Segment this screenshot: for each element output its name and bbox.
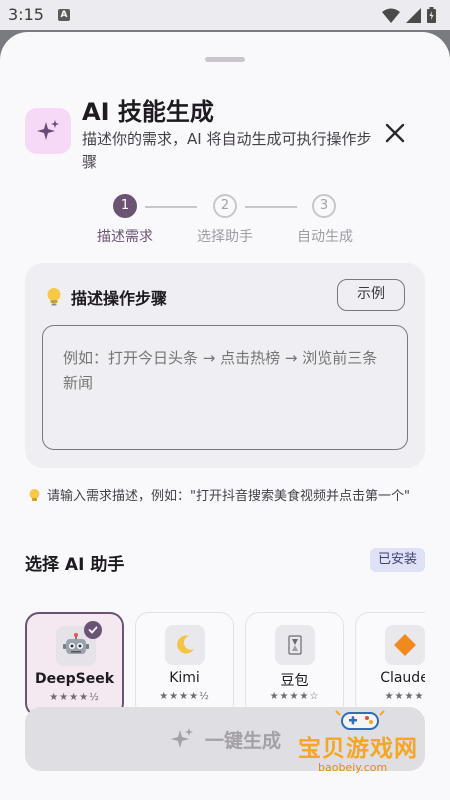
status-icons: [382, 7, 436, 23]
assistant-card-kimi[interactable]: Kimi ★★★★½: [135, 612, 234, 717]
diamond-icon: [385, 625, 425, 665]
status-time: 3:15: [8, 5, 44, 24]
sparkle-icon: [25, 108, 71, 154]
assistant-name: Kimi: [169, 670, 200, 686]
signal-icon: [406, 7, 421, 23]
assistant-name: Claude: [380, 670, 425, 686]
input-hint: 请输入需求描述，例如："打开抖音搜索美食视频并点击第一个": [28, 486, 423, 507]
assistant-card-deepseek[interactable]: DeepSeek ★★★★½: [25, 612, 124, 717]
step-3-indicator: 3: [312, 194, 336, 218]
installed-badge: 已安装: [369, 548, 425, 572]
drag-handle[interactable]: [205, 57, 245, 62]
assistant-name: DeepSeek: [34, 671, 115, 687]
selected-check-icon: [84, 621, 102, 639]
sparkle-icon: [170, 728, 193, 748]
dialog-title: AI 技能生成: [82, 98, 214, 126]
step-connector: [145, 206, 197, 208]
assistant-rating: ★★★★½: [159, 691, 210, 702]
watermark-url: baobeiy.com: [318, 761, 388, 774]
example-button[interactable]: 示例: [337, 279, 405, 311]
generate-button-label: 一键生成: [204, 730, 281, 752]
battery-icon: [427, 7, 436, 23]
assistant-name: 豆包: [280, 673, 309, 689]
card-title-row: 描述操作步骤: [45, 285, 167, 309]
assistant-card-doubao[interactable]: 豆包 ★★★★☆: [245, 612, 344, 717]
card-title: 描述操作步骤: [71, 289, 168, 308]
lightbulb-icon: [29, 489, 40, 501]
assistant-list[interactable]: DeepSeek ★★★★½ Kimi ★★★★½ 豆包 ★★★★☆ Claud…: [25, 612, 425, 722]
assistant-rating: ★★★★: [384, 691, 425, 702]
description-input[interactable]: [42, 325, 408, 450]
description-card: 描述操作步骤 示例: [25, 263, 425, 468]
close-icon: [385, 123, 405, 143]
step-connector: [245, 206, 297, 208]
step-1-label: 描述需求: [97, 229, 153, 245]
close-button[interactable]: [380, 118, 410, 148]
watermark-logo: 宝贝游戏网 baobeiy.com: [298, 707, 423, 779]
notification-icon: A: [58, 9, 70, 21]
stepper: 1 2 3 描述需求 选择助手 自动生成: [0, 194, 450, 254]
step-2-indicator: 2: [213, 194, 237, 218]
ai-section-title: 选择 AI 助手: [25, 555, 125, 575]
step-1-indicator: 1: [113, 194, 137, 218]
step-2-label: 选择助手: [197, 229, 253, 245]
hint-text: 请输入需求描述，例如："打开抖音搜索美食视频并点击第一个": [47, 489, 410, 504]
wifi-icon: [382, 8, 400, 23]
ai-section-header: 选择 AI 助手 已安装: [25, 548, 425, 576]
hourglass-icon: [275, 625, 315, 665]
watermark-text: 宝贝游戏网: [298, 736, 418, 762]
assistant-rating: ★★★★½: [49, 692, 100, 703]
moon-icon: [165, 625, 205, 665]
step-3-label: 自动生成: [297, 229, 353, 245]
status-bar: 3:15 A: [0, 0, 450, 30]
dialog-subtitle: 描述你的需求，AI 将自动生成可执行操作步骤: [82, 130, 372, 171]
assistant-rating: ★★★★☆: [269, 691, 320, 702]
bottom-sheet: AI 技能生成 描述你的需求，AI 将自动生成可执行操作步骤 1 2 3 描述需…: [0, 32, 450, 800]
lightbulb-icon: [47, 288, 61, 306]
assistant-card-claude[interactable]: Claude ★★★★: [355, 612, 425, 717]
